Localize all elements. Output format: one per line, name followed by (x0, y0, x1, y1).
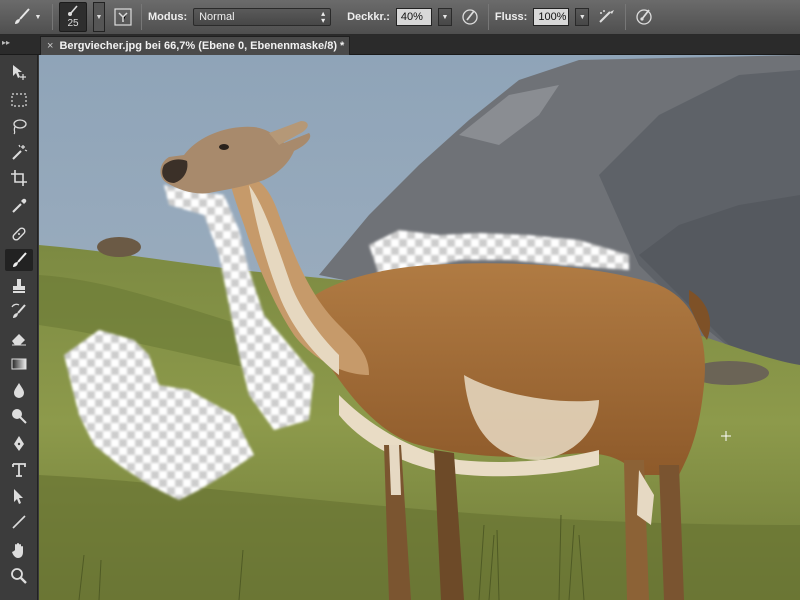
toolbox (0, 55, 38, 600)
tool-history-brush[interactable] (5, 301, 33, 323)
tool-zoom[interactable] (5, 565, 33, 587)
zoom-icon (11, 568, 27, 584)
opacity-label: Deckkr.: (347, 11, 390, 23)
tool-magic-wand[interactable] (5, 141, 33, 163)
photo-guanaco (39, 55, 800, 600)
tool-dodge[interactable] (5, 405, 33, 427)
blend-mode-value: Normal (199, 11, 235, 23)
divider (141, 4, 142, 30)
brush-panel-toggle[interactable] (111, 5, 135, 29)
healing-brush-icon (12, 227, 26, 241)
divider (52, 4, 53, 30)
opacity-pressure-toggle[interactable] (458, 5, 482, 29)
tool-gradient[interactable] (5, 353, 33, 375)
document-tab-strip: ▸▸ × Bergviecher.jpg bei 66,7% (Ebene 0,… (0, 35, 800, 55)
divider (625, 4, 627, 30)
clone-stamp-icon (13, 279, 25, 293)
airbrush-icon (599, 10, 615, 23)
tool-move[interactable] (5, 61, 33, 83)
lasso-icon (13, 119, 27, 135)
flow-dropdown[interactable]: ▼ (575, 8, 590, 26)
document-tab[interactable]: × Bergviecher.jpg bei 66,7% (Ebene 0, Eb… (40, 36, 350, 55)
close-icon[interactable]: × (47, 40, 53, 52)
tool-eyedropper[interactable] (5, 195, 33, 217)
brush-panel-icon (114, 8, 132, 26)
gradient-icon (11, 358, 27, 370)
tool-preset-picker[interactable]: ▼ (6, 3, 46, 31)
path-selection-icon (14, 489, 23, 504)
tool-eraser[interactable] (5, 327, 33, 349)
options-bar: ▼ 25 ▼ Modus: Normal ▴ ▾ Deckkr.: 40% ▼ F… (0, 0, 800, 35)
pressure-size-toggle[interactable] (632, 5, 656, 29)
tool-marquee[interactable] (5, 89, 33, 111)
magic-wand-icon (12, 144, 28, 160)
marquee-icon (11, 93, 27, 107)
tool-lasso[interactable] (5, 115, 33, 137)
tool-type[interactable] (5, 459, 33, 481)
crop-icon (11, 170, 27, 186)
tool-healing[interactable] (5, 223, 33, 245)
document-canvas[interactable] (39, 55, 800, 600)
eraser-icon (12, 334, 26, 346)
brush-size-value: 25 (67, 18, 79, 29)
dodge-icon (12, 409, 27, 424)
tool-crop[interactable] (5, 167, 33, 189)
tool-brush[interactable] (5, 249, 33, 271)
chevron-down-icon: ▼ (34, 13, 42, 21)
brush-picker-dropdown[interactable]: ▼ (93, 2, 105, 32)
brush-icon (14, 8, 30, 24)
tool-line[interactable] (5, 511, 33, 533)
blend-mode-select[interactable]: Normal ▴ ▾ (193, 8, 332, 26)
tool-pen[interactable] (5, 433, 33, 455)
pressure-size-icon (636, 9, 652, 25)
eyedropper-icon (12, 198, 27, 213)
hand-icon (12, 543, 23, 558)
tool-blur[interactable] (5, 379, 33, 401)
type-icon (12, 463, 26, 477)
blur-drop-icon (14, 383, 24, 398)
opacity-dropdown[interactable]: ▼ (437, 8, 452, 26)
line-icon (12, 515, 26, 529)
flow-label: Fluss: (494, 11, 528, 23)
tool-path-selection[interactable] (5, 485, 33, 507)
tool-hand[interactable] (5, 539, 33, 561)
pressure-opacity-icon (462, 9, 478, 25)
divider (487, 4, 489, 30)
document-title: Bergviecher.jpg bei 66,7% (Ebene 0, Eben… (59, 40, 345, 52)
flow-input[interactable]: 100% (533, 8, 570, 26)
history-brush-icon (11, 303, 26, 318)
mode-label: Modus: (148, 11, 188, 23)
opacity-input[interactable]: 40% (395, 8, 432, 26)
brush-tip-icon (68, 5, 78, 16)
tool-stamp[interactable] (5, 275, 33, 297)
airbrush-toggle[interactable] (595, 5, 619, 29)
panel-collapse-icon[interactable]: ▸▸ (2, 38, 10, 47)
pen-icon (14, 436, 24, 451)
move-icon (13, 65, 26, 80)
brush-icon (13, 252, 27, 267)
updown-arrows-icon: ▴ ▾ (321, 9, 326, 25)
brush-size-picker[interactable]: 25 (59, 2, 87, 32)
